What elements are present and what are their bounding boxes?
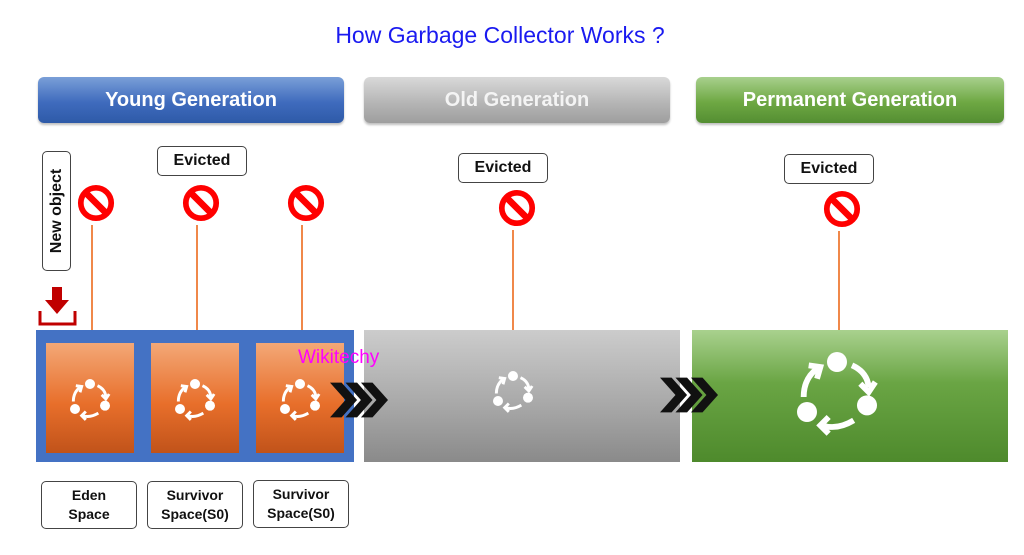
no-entry-icon <box>182 184 220 222</box>
old-generation-area <box>364 330 680 462</box>
eden-space-label: Eden Space <box>41 481 137 529</box>
survivor-space-block-1 <box>151 343 239 453</box>
no-entry-icon <box>823 190 861 228</box>
evicted-label-permanent: Evicted <box>784 154 874 184</box>
page-title: How Garbage Collector Works ? <box>335 22 665 48</box>
permanent-generation-header: Permanent Generation <box>696 77 1004 123</box>
label-line: Space(S0) <box>267 505 335 521</box>
cycle-icon <box>65 374 115 424</box>
cycle-icon <box>275 374 325 424</box>
evict-arrow-line <box>196 225 198 343</box>
label-line: Space <box>68 506 110 522</box>
watermark: Wikitechy <box>298 347 380 368</box>
evict-arrow-line <box>301 225 303 343</box>
eden-space-block <box>46 343 134 453</box>
no-entry-icon <box>498 189 536 227</box>
label-line: Survivor <box>166 487 224 503</box>
cycle-icon <box>488 366 538 416</box>
evict-arrow-line <box>838 231 840 330</box>
new-object-label: New object <box>42 151 71 271</box>
no-entry-icon <box>287 184 325 222</box>
chevron-triple-right-icon <box>660 375 718 415</box>
cycle-icon <box>787 342 887 442</box>
new-object-text: New object <box>47 168 65 254</box>
evict-arrow-line <box>512 230 514 330</box>
old-generation-header: Old Generation <box>364 77 670 123</box>
download-arrow-icon <box>38 287 77 326</box>
chevron-triple-right-icon <box>330 380 388 420</box>
cycle-icon <box>170 374 220 424</box>
no-entry-icon <box>77 184 115 222</box>
permanent-generation-area <box>692 330 1008 462</box>
evict-arrow-line <box>91 225 93 343</box>
evicted-label-young: Evicted <box>157 146 247 176</box>
evicted-label-old: Evicted <box>458 153 548 183</box>
label-line: Eden <box>71 487 107 503</box>
young-generation-header: Young Generation <box>38 77 344 123</box>
survivor-space-label-2: Survivor Space(S0) <box>253 480 349 528</box>
label-line: Survivor <box>272 486 330 502</box>
label-line: Space(S0) <box>161 506 229 522</box>
survivor-space-label-1: Survivor Space(S0) <box>147 481 243 529</box>
